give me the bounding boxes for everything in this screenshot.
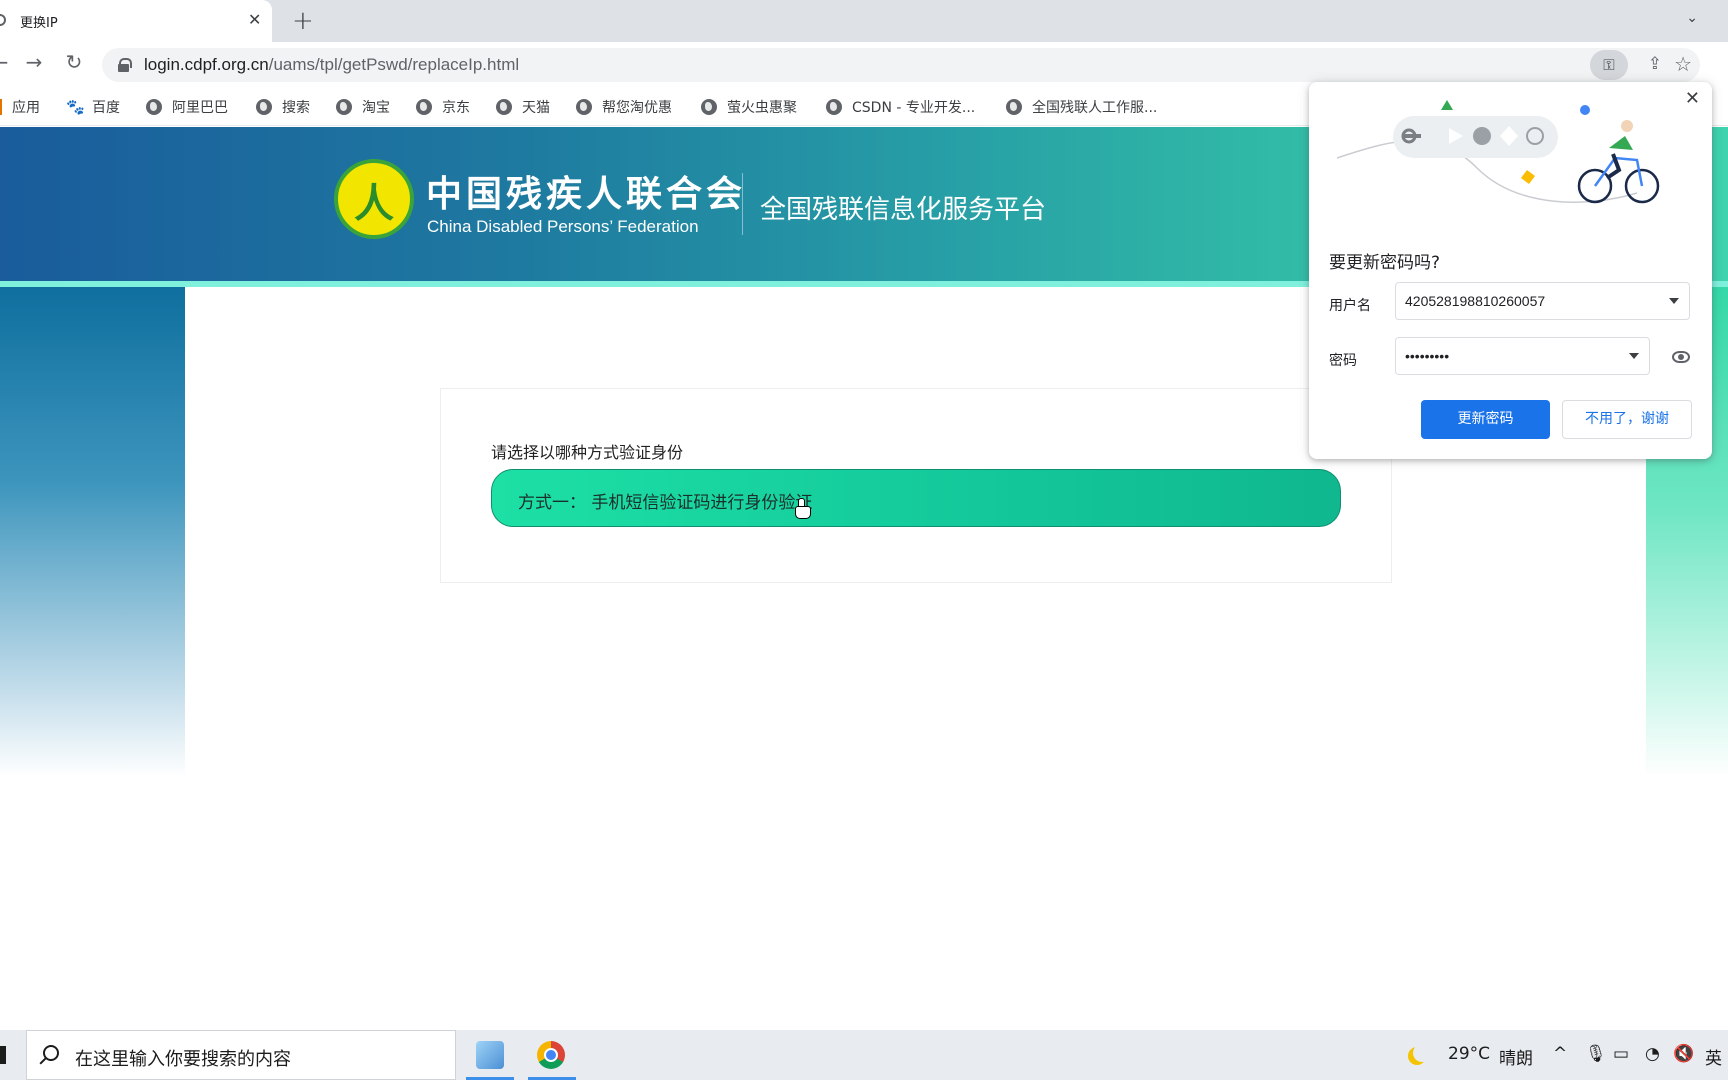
verify-card: 请选择以哪种方式验证身份 方式一： 手机短信验证码进行身份验证 (440, 388, 1392, 583)
bookmark-firefly[interactable]: 萤火虫惠聚 (701, 97, 797, 117)
bookmark-label: 应用 (12, 100, 40, 116)
taskbar-search-box[interactable]: 在这里输入你要搜索的内容 (26, 1030, 456, 1080)
bookmark-label: 全国残联人工作服... (1032, 100, 1158, 116)
weather-moon-icon[interactable] (1413, 1044, 1431, 1062)
windows-start-icon[interactable] (0, 1046, 6, 1064)
org-name-en: China Disabled Persons’ Federation (427, 217, 699, 236)
url-host: login.cdpf.org.cn (144, 55, 269, 74)
globe-icon (576, 99, 592, 115)
bookmark-csdn[interactable]: CSDN - 专业开发... (826, 97, 975, 117)
taskbar-app-chrome[interactable] (524, 1030, 580, 1080)
weather-temp[interactable]: 29°C (1448, 1044, 1490, 1064)
username-value: 420528198810260057 (1405, 293, 1546, 309)
globe-icon (701, 99, 717, 115)
globe-icon (1006, 99, 1022, 115)
bookmark-apps[interactable]: 应用 (0, 97, 40, 117)
username-select[interactable]: 420528198810260057 (1395, 282, 1690, 320)
globe-icon (336, 99, 352, 115)
update-password-popup: ✕ 要更新密码吗? 用户名 420528198810260057 密码 ••••… (1309, 82, 1712, 459)
sms-verify-button[interactable]: 方式一： 手机短信验证码进行身份验证 (491, 469, 1341, 527)
back-button[interactable]: ← (0, 50, 14, 74)
update-password-button[interactable]: 更新密码 (1421, 400, 1550, 439)
globe-icon (416, 99, 432, 115)
forward-button[interactable]: → (20, 50, 48, 74)
key-icon[interactable]: ⚿ (1590, 50, 1628, 80)
url-path: /uams/tpl/getPswd/replaceIp.html (268, 55, 520, 74)
chrome-icon (537, 1041, 565, 1069)
username-label: 用户名 (1329, 298, 1371, 314)
bookmark-alibaba[interactable]: 阿里巴巴 (146, 97, 228, 117)
tray-overflow-chevron-icon[interactable]: ^ (1553, 1044, 1567, 1064)
wifi-icon[interactable]: ◔ (1645, 1044, 1660, 1064)
tab-active[interactable]: 更换IP ✕ (0, 0, 272, 42)
password-select[interactable]: ••••••••• (1395, 337, 1650, 375)
share-icon[interactable]: ⇪ (1648, 54, 1662, 74)
bookmark-label: 天猫 (522, 100, 550, 116)
globe-icon (146, 99, 162, 115)
bookmark-cdpf-service[interactable]: 全国残联人工作服... (1006, 97, 1157, 117)
bookmark-star-icon[interactable]: ☆ (1674, 52, 1692, 76)
bookmark-label: 阿里巴巴 (172, 100, 228, 116)
hand-cursor-icon (795, 498, 811, 519)
new-tab-button[interactable]: + (292, 6, 314, 36)
cdpf-logo-icon[interactable] (334, 159, 414, 239)
baidu-paw-icon: 🐾 (66, 98, 85, 116)
globe-icon (826, 99, 842, 115)
show-password-eye-icon[interactable] (1672, 351, 1690, 363)
globe-icon (496, 99, 512, 115)
chevron-down-icon[interactable] (1629, 353, 1639, 359)
bookmark-label: 淘宝 (362, 100, 390, 116)
windows-taskbar: 在这里输入你要搜索的内容 29°C 晴朗 ^ 🎙 ▭ ◔ 🔇 英 (0, 1030, 1728, 1080)
address-bar[interactable]: login.cdpf.org.cn/uams/tpl/getPswd/repla… (102, 48, 1700, 82)
microphone-icon[interactable]: 🎙 (1585, 1044, 1607, 1064)
password-label: 密码 (1329, 353, 1357, 369)
bookmark-label: 搜索 (282, 100, 310, 116)
bookmark-search[interactable]: 搜索 (256, 97, 310, 117)
no-thanks-button[interactable]: 不用了，谢谢 (1562, 400, 1692, 439)
close-tab-icon[interactable]: ✕ (248, 10, 261, 29)
tab-strip: 更换IP ✕ + ⌄ (0, 0, 1728, 42)
tab-search-chevron-icon[interactable]: ⌄ (1686, 10, 1698, 26)
lock-icon[interactable] (118, 58, 132, 72)
url-text[interactable]: login.cdpf.org.cn/uams/tpl/getPswd/repla… (144, 55, 519, 75)
bookmark-baidu[interactable]: 🐾 百度 (66, 97, 120, 117)
bookmark-label: 百度 (92, 100, 120, 116)
globe-icon (0, 14, 6, 26)
tab-title: 更换IP (20, 16, 58, 31)
bookmark-deals[interactable]: 帮您淘优惠 (576, 97, 672, 117)
bookmark-label: 京东 (442, 100, 470, 116)
live-wallpaper-app-icon (476, 1041, 504, 1069)
close-icon[interactable]: ✕ (1685, 88, 1700, 109)
search-icon (43, 1045, 59, 1061)
bookmark-taobao[interactable]: 淘宝 (336, 97, 390, 117)
volume-muted-icon[interactable]: 🔇 (1673, 1044, 1694, 1064)
weather-desc[interactable]: 晴朗 (1499, 1044, 1533, 1069)
bookmark-label: CSDN - 专业开发... (852, 100, 976, 116)
apps-icon (0, 99, 2, 115)
bookmark-tmall[interactable]: 天猫 (496, 97, 550, 117)
popup-title: 要更新密码吗? (1329, 253, 1441, 273)
org-name-cn: 中国残疾人联合会 (426, 174, 747, 215)
ime-indicator[interactable]: 英 (1705, 1044, 1722, 1069)
platform-name: 全国残联信息化服务平台 (760, 195, 1047, 225)
password-illustration-icon (1337, 100, 1660, 204)
banner-divider (742, 173, 743, 235)
reload-button[interactable]: ↻ (60, 50, 88, 74)
decor-left-panel (0, 287, 185, 777)
verify-prompt: 请选择以哪种方式验证身份 (491, 443, 684, 462)
bookmark-label: 萤火虫惠聚 (727, 100, 797, 116)
taskbar-app-live-wallpaper[interactable] (462, 1030, 518, 1080)
globe-icon (256, 99, 272, 115)
bookmark-label: 帮您淘优惠 (602, 100, 672, 116)
bookmark-jd[interactable]: 京东 (416, 97, 470, 117)
sms-verify-label: 方式一： 手机短信验证码进行身份验证 (518, 493, 813, 513)
password-value: ••••••••• (1405, 348, 1450, 364)
battery-icon[interactable]: ▭ (1613, 1044, 1629, 1064)
chevron-down-icon[interactable] (1669, 298, 1679, 304)
taskbar-search-placeholder: 在这里输入你要搜索的内容 (75, 1049, 291, 1070)
